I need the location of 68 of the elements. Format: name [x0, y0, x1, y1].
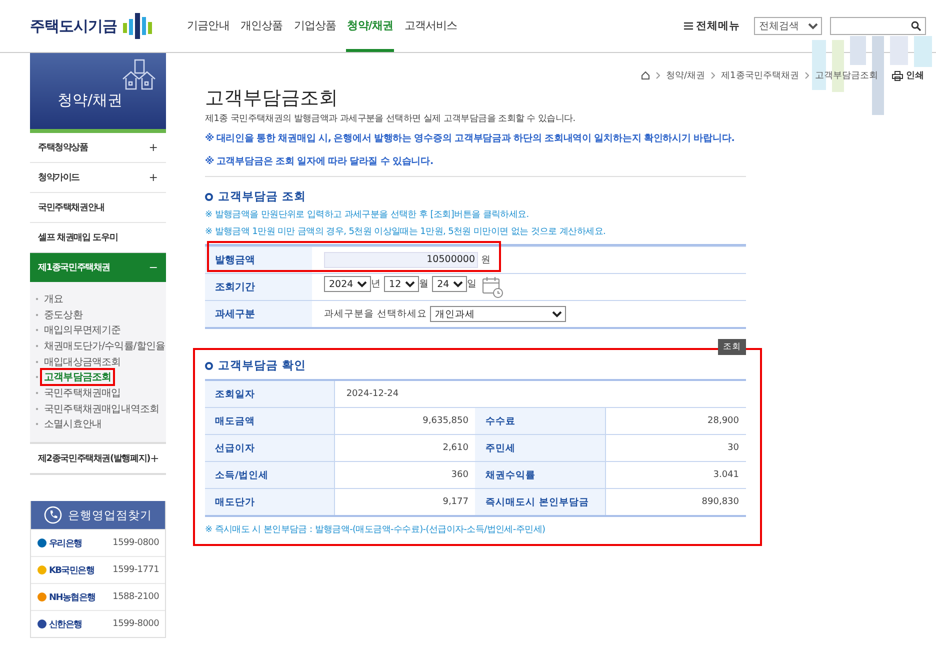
logo-text[interactable]: 주택도시기금	[30, 16, 117, 36]
field-label: 과세구분	[205, 300, 312, 327]
submenu-link[interactable]: 중도상환	[42, 308, 84, 322]
nav-tab[interactable]: 개인상품	[239, 0, 284, 52]
nav-tab[interactable]: 기업상품	[292, 0, 338, 52]
breadcrumb-link[interactable]: 고객부담금조회	[814, 69, 878, 82]
breadcrumb-link[interactable]: 청약/채권	[666, 69, 706, 82]
submenu-link[interactable]: 매입대상금액조회	[42, 354, 123, 369]
result-label: 수수료	[475, 408, 606, 434]
bank-phone: 1599-1771	[112, 565, 159, 576]
all-menu-button[interactable]: 전체메뉴	[684, 19, 740, 33]
submenu-link[interactable]: 국민주택채권매입내역조회	[42, 402, 162, 416]
page-title: 고객부담금조회	[205, 86, 338, 110]
field-hint: 과세구분을 선택하세요	[324, 308, 428, 320]
nav-tab[interactable]: 청약/채권	[346, 0, 394, 52]
result-label: 선급이자	[205, 434, 335, 462]
amount-input[interactable]: 10500000	[324, 252, 478, 268]
bank-phone: 1599-8000	[112, 619, 159, 630]
section-title: 청약/채권	[57, 90, 123, 110]
search-button[interactable]: 조회	[718, 339, 746, 355]
field-label: 조회기간	[205, 274, 312, 300]
bank-logo[interactable]: KB국민은행	[37, 564, 94, 577]
submenu-link[interactable]: 고객부담금조회	[42, 370, 114, 384]
submenu-link[interactable]: 매입의무면제기준	[42, 323, 123, 338]
month-select[interactable]: 12	[384, 276, 420, 292]
result-label: 매도단가	[205, 488, 335, 516]
tax-type-select[interactable]: 개인과세	[430, 306, 566, 322]
result-value: 3.041	[605, 462, 746, 488]
year-select[interactable]: 2024	[324, 276, 371, 292]
formula-note: ※ 즉시매도 시 본인부담금 : 발행금액-(매도금액-수수료)-(선급이자-소득/법인세-주민세)	[205, 524, 546, 536]
bank-logo[interactable]: 우리은행	[37, 536, 82, 550]
bank-finder-title: 은행영업점찾기	[68, 508, 152, 523]
unit-label: 일	[467, 278, 478, 290]
bank-phone: 1599-0800	[112, 538, 159, 548]
result-label: 주민세	[475, 434, 606, 462]
submenu-link[interactable]: 국민주택채권매입	[42, 386, 123, 400]
day-select[interactable]: 24	[432, 276, 468, 292]
result-value: 890,830	[605, 488, 746, 516]
breadcrumb-link[interactable]: 제1종국민주택채권	[721, 69, 799, 82]
result-label: 채권수익률	[475, 462, 606, 488]
result-label: 즉시매도시 본인부담금	[475, 488, 606, 516]
bank-logo[interactable]: 신한은행	[37, 618, 82, 631]
unit-label: 월	[419, 278, 430, 290]
nav-tab[interactable]: 고객서비스	[403, 0, 458, 52]
bank-phone: 1588-2100	[112, 592, 159, 602]
instruction-note: ※ 발행금액 1만원 미만 금액의 경우, 5천원 이상일때는 1만원, 5천원 미만이면 없는 것으로 계산하세요.	[205, 226, 607, 238]
notice-text: ※ 고객부담금은 조회 일자에 따라 달라질 수 있습니다.	[205, 155, 433, 168]
page-description: 제1종 국민주택채권의 발행금액과 과세구분을 선택하면 실제 고객부담금을 조회할 수 있습니다.	[205, 113, 576, 125]
section-heading: 고객부담금 조회	[218, 189, 306, 204]
search-scope-select[interactable]: 전체검색	[754, 17, 822, 35]
notice-text: ※ 대리인을 통한 채권매입 시, 은행에서 발행하는 영수증의 고객부담금과 하단의 조회내역이 일치하는지 확인하시기 바랍니다.	[205, 132, 734, 145]
result-label: 매도금액	[205, 408, 335, 434]
bank-logo[interactable]: NH농협은행	[37, 590, 96, 604]
submenu-link[interactable]: 소멸시효안내	[42, 417, 104, 432]
section-heading: 고객부담금 확인	[218, 358, 306, 373]
result-label: 소득/법인세	[205, 462, 335, 488]
result-value: 28,900	[605, 408, 746, 434]
unit-label: 원	[481, 254, 492, 266]
print-button[interactable]: 인쇄	[892, 69, 924, 82]
sidebar-item[interactable]: 제1종국민주택채권 −	[30, 253, 166, 282]
result-label: 조회일자	[205, 380, 335, 408]
nav-tab[interactable]: 기금안내	[186, 0, 230, 52]
unit-label: 년	[371, 278, 381, 290]
field-label: 발행금액	[205, 246, 312, 274]
instruction-note: ※ 발행금액을 만원단위로 입력하고 과세구분을 선택한 후 [조회]버튼을 클릭하세요.	[205, 209, 530, 221]
submenu-link[interactable]: 개요	[42, 292, 66, 306]
result-value: 30	[605, 434, 746, 462]
submenu-link[interactable]: 채권매도단가/수익률/할인율	[42, 338, 168, 353]
